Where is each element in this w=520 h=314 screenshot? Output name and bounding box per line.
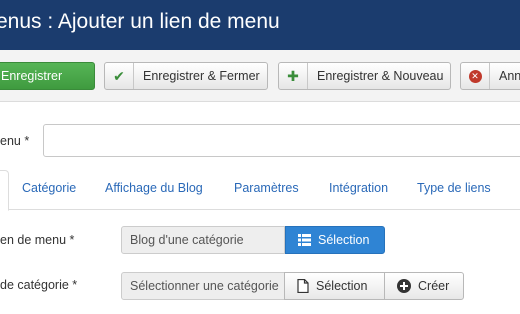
save-button[interactable]: Enregistrer xyxy=(0,62,95,90)
tab-integration[interactable]: Intégration xyxy=(329,181,388,195)
save-button-label: Enregistrer xyxy=(1,69,63,83)
title-field-label: enu * xyxy=(0,134,30,148)
menu-item-type-label: en de menu * xyxy=(0,233,75,247)
category-select-label: Sélection xyxy=(316,279,368,293)
list-icon xyxy=(298,234,311,246)
save-new-button-label: Enregistrer & Nouveau xyxy=(317,69,444,83)
cancel-circle-icon: ✕ xyxy=(461,63,490,89)
category-value: Sélectionner une catégorie xyxy=(121,272,285,300)
category-create-button[interactable]: Créer xyxy=(384,272,464,300)
category-label: de catégorie * xyxy=(0,278,78,292)
tab-type-de-liens[interactable]: Type de liens xyxy=(417,181,491,195)
save-new-button[interactable]: ✚ Enregistrer & Nouveau xyxy=(278,62,451,90)
category-create-label: Créer xyxy=(418,279,450,293)
cancel-button-label: Ann xyxy=(499,69,520,83)
page-title: enus : Ajouter un lien de menu xyxy=(0,10,280,33)
save-close-button[interactable]: ✔ Enregistrer & Fermer xyxy=(104,62,268,90)
tab-affichage-du-blog[interactable]: Affichage du Blog xyxy=(105,181,203,195)
menu-item-type-select-label: Sélection xyxy=(318,233,370,247)
category-select-button[interactable]: Sélection xyxy=(284,272,385,300)
check-icon: ✔ xyxy=(105,63,134,89)
toolbar: Enregistrer ✔ Enregistrer & Fermer ✚ Enr… xyxy=(0,50,520,102)
page-header: enus : Ajouter un lien de menu xyxy=(0,0,520,50)
save-close-button-label: Enregistrer & Fermer xyxy=(143,69,260,83)
plus-circle-icon xyxy=(397,279,411,293)
plus-icon: ✚ xyxy=(279,63,308,89)
tab-parametres[interactable]: Paramètres xyxy=(234,181,299,195)
tab-bar: Catégorie Affichage du Blog Paramètres I… xyxy=(0,170,520,211)
menu-item-type-value: Blog d'une catégorie xyxy=(121,226,285,254)
file-icon xyxy=(297,279,309,293)
menu-item-type-select-button[interactable]: Sélection xyxy=(285,226,385,254)
tab-details[interactable] xyxy=(0,170,9,211)
title-input[interactable] xyxy=(43,124,520,157)
tab-categorie[interactable]: Catégorie xyxy=(22,181,76,195)
cancel-button[interactable]: ✕ Ann xyxy=(460,62,520,90)
